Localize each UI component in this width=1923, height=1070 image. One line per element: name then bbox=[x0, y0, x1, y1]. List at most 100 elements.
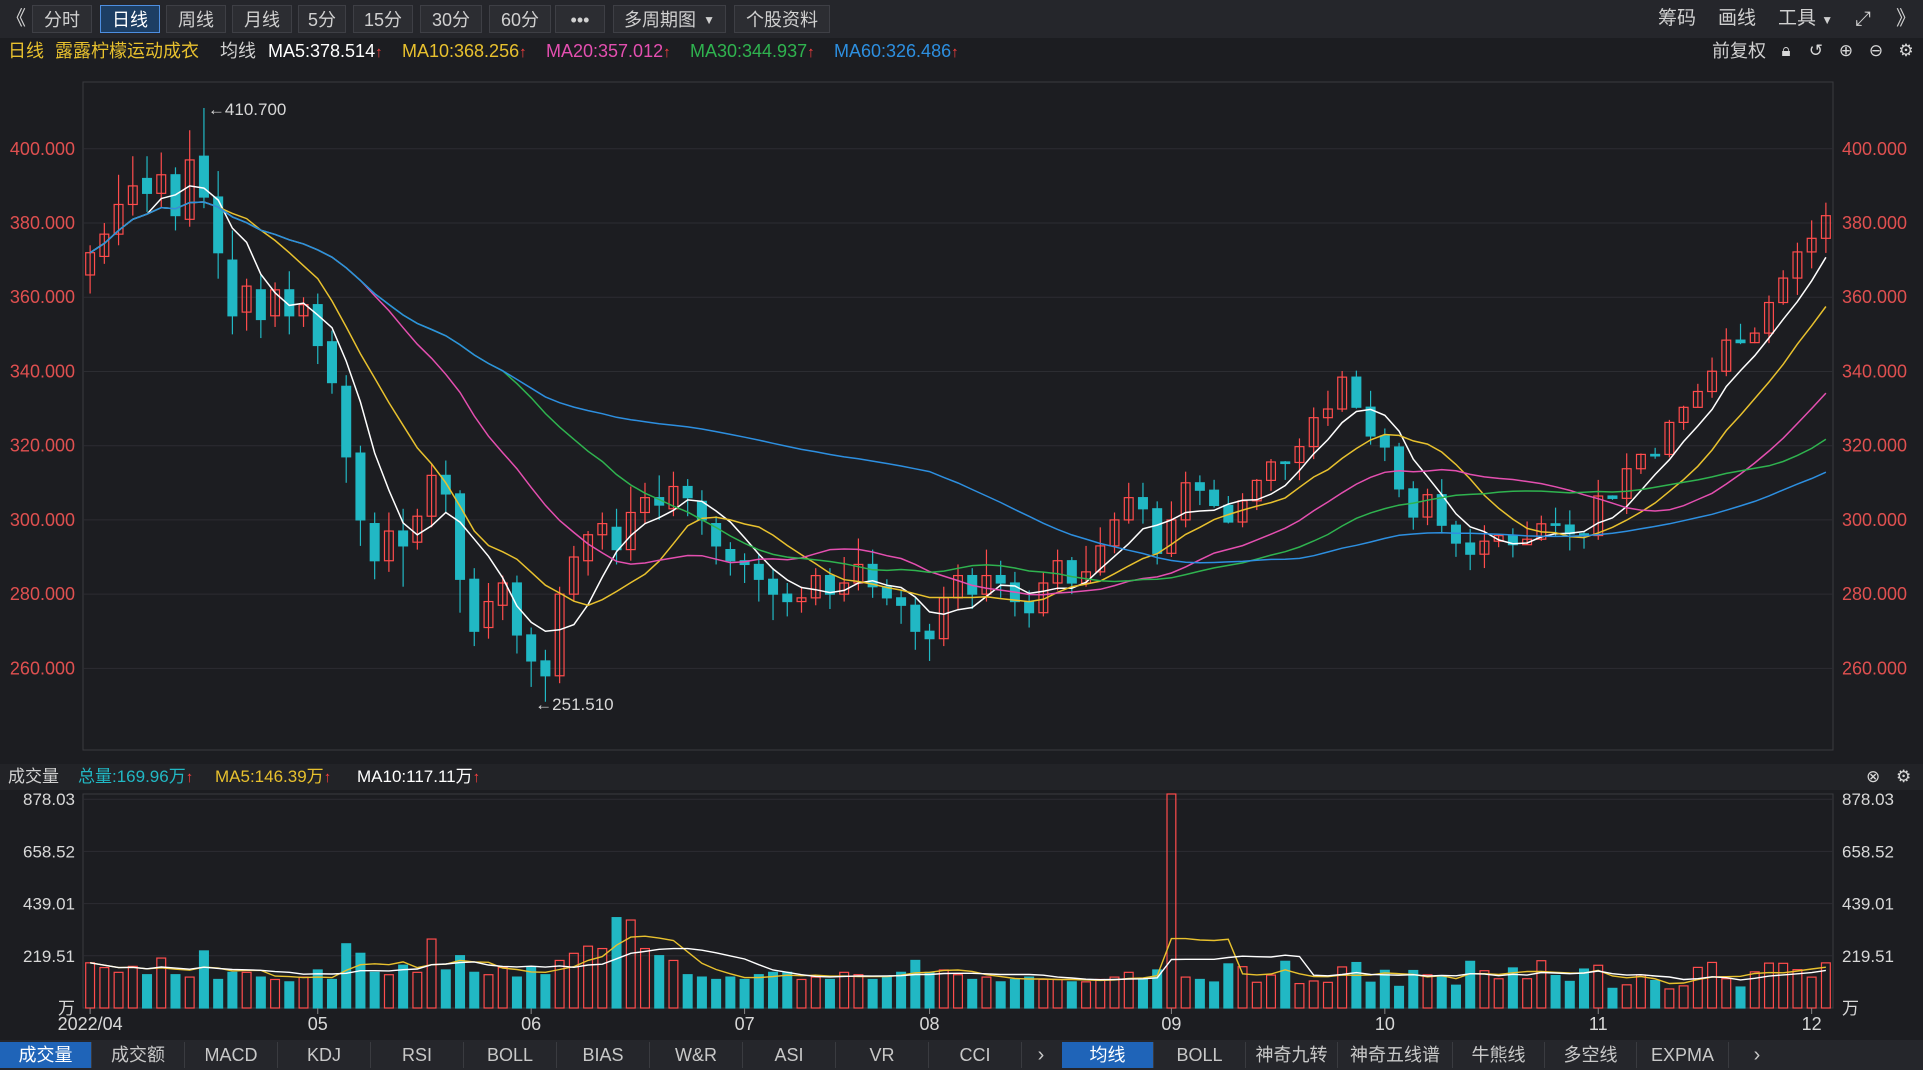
volume-bar bbox=[1024, 976, 1035, 1009]
period-tab-6[interactable]: 30分 bbox=[420, 5, 482, 33]
volume-bar bbox=[1194, 978, 1205, 1009]
volume-bar bbox=[796, 978, 807, 1009]
volume-bar bbox=[1052, 978, 1063, 1009]
candle-body bbox=[782, 593, 793, 603]
candle-body bbox=[924, 630, 935, 640]
lock-icon[interactable]: 🔒︎ bbox=[1776, 40, 1796, 62]
volume-bar bbox=[511, 976, 522, 1009]
price-tick-label-left: 380.000 bbox=[10, 213, 75, 233]
volume-bar bbox=[1536, 960, 1547, 1009]
volume-bar bbox=[810, 976, 821, 1009]
indicator-tab-0[interactable]: 成交量 bbox=[0, 1042, 92, 1068]
candle-body bbox=[255, 289, 266, 321]
period-tab-3[interactable]: 月线 bbox=[232, 5, 292, 33]
period-label: 日线 bbox=[8, 41, 44, 61]
volume-bar bbox=[184, 976, 195, 1009]
gear-icon[interactable]: ⚙ bbox=[1896, 40, 1916, 62]
volume-bar bbox=[1123, 971, 1134, 1009]
back-icon[interactable]: 《 bbox=[6, 0, 26, 38]
indicator-tab-5[interactable]: BOLL bbox=[464, 1042, 557, 1068]
candle-body bbox=[1152, 508, 1163, 554]
forward-icon[interactable]: 》 bbox=[1896, 0, 1916, 38]
price-tick-label-left: 360.000 bbox=[10, 287, 75, 307]
volume-bar bbox=[668, 959, 679, 1009]
draw-line-button[interactable]: 画线 bbox=[1718, 0, 1756, 38]
volume-bar bbox=[1806, 976, 1817, 1009]
volume-bar bbox=[952, 974, 964, 1009]
price-tick-label-left: 300.000 bbox=[10, 510, 75, 530]
volume-bar bbox=[867, 978, 878, 1009]
volume-bar bbox=[1450, 984, 1461, 1009]
overlay-tab-4[interactable]: 牛熊线 bbox=[1453, 1042, 1545, 1068]
volume-indicator-row: 成交量 总量:169.96万↑ MA5:146.39万↑ MA10:117.11… bbox=[0, 764, 1923, 790]
period-tab-1[interactable]: 日线 bbox=[100, 5, 160, 33]
indicator-tab-9[interactable]: VR bbox=[836, 1042, 929, 1068]
price-tick-label-right: 260.000 bbox=[1842, 658, 1907, 678]
volume-bar bbox=[341, 943, 352, 1009]
volume-bar bbox=[1564, 980, 1575, 1009]
caret-down-icon: ▼ bbox=[1821, 13, 1834, 27]
x-tick-label: 07 bbox=[735, 1014, 755, 1034]
volume-tick-right: 219.51 bbox=[1842, 947, 1894, 966]
zoom-out-icon[interactable]: ⊖ bbox=[1866, 40, 1886, 62]
multi-period-dropdown[interactable]: 多周期图 ▼ bbox=[613, 5, 726, 33]
volume-bar bbox=[1294, 982, 1305, 1009]
overlay-tab-0[interactable]: 均线 bbox=[1062, 1042, 1154, 1068]
volume-bar bbox=[1265, 974, 1277, 1009]
x-tick-label: 08 bbox=[920, 1014, 940, 1034]
overlay-tab-6[interactable]: EXPMA bbox=[1637, 1042, 1729, 1068]
price-tick-label-right: 360.000 bbox=[1842, 287, 1907, 307]
overlay-tab-2[interactable]: 神奇九转 bbox=[1246, 1042, 1338, 1068]
price-tick-label-right: 400.000 bbox=[1842, 139, 1907, 159]
volume-tick-right: 万 bbox=[1842, 999, 1859, 1018]
period-tab-7[interactable]: 60分 bbox=[489, 5, 551, 33]
tools-dropdown[interactable]: 工具 ▼ bbox=[1778, 0, 1833, 38]
chevron-right-icon[interactable]: › bbox=[1738, 1042, 1776, 1068]
indicator-tab-3[interactable]: KDJ bbox=[278, 1042, 371, 1068]
stock-profile-button[interactable]: 个股资料 bbox=[734, 5, 830, 33]
indicator-tab-2[interactable]: MACD bbox=[185, 1042, 278, 1068]
volume-bar bbox=[1379, 969, 1390, 1009]
close-icon[interactable]: ⊗ bbox=[1866, 764, 1880, 790]
volume-bar bbox=[127, 965, 138, 1009]
indicator-tab-4[interactable]: RSI bbox=[371, 1042, 464, 1068]
zoom-in-icon[interactable]: ⊕ bbox=[1836, 40, 1856, 62]
volume-bar bbox=[1763, 962, 1774, 1009]
candle-body bbox=[1280, 461, 1291, 465]
chips-button[interactable]: 筹码 bbox=[1658, 0, 1696, 38]
volume-bar bbox=[753, 974, 764, 1009]
volume-bar bbox=[711, 978, 722, 1009]
overlay-tab-3[interactable]: 神奇五线谱 bbox=[1338, 1042, 1453, 1068]
period-tab-0[interactable]: 分时 bbox=[32, 5, 92, 33]
stock-name: 露露柠檬运动成衣 bbox=[55, 41, 199, 61]
undo-icon[interactable]: ↺ bbox=[1806, 40, 1826, 62]
volume-bar bbox=[611, 917, 622, 1009]
volume-bar bbox=[398, 964, 409, 1009]
gear-icon[interactable]: ⚙ bbox=[1896, 764, 1911, 790]
period-tab-4[interactable]: 5分 bbox=[298, 5, 346, 33]
fullscreen-icon[interactable]: ⤢ bbox=[1855, 0, 1871, 38]
indicator-tab-6[interactable]: BIAS bbox=[557, 1042, 650, 1068]
volume-bar bbox=[1678, 985, 1689, 1009]
overlay-tab-5[interactable]: 多空线 bbox=[1545, 1042, 1637, 1068]
volume-ma5: MA5:146.39万↑ bbox=[215, 767, 332, 786]
price-chart[interactable]: 400.000 400.000 380.000 380.000 360.000 360.0… bbox=[0, 64, 1923, 764]
volume-bar bbox=[270, 978, 281, 1009]
candle-body bbox=[725, 549, 736, 562]
adjust-mode-button[interactable]: 前复权 bbox=[1712, 38, 1766, 64]
indicator-tab-1[interactable]: 成交额 bbox=[92, 1042, 185, 1068]
volume-bar bbox=[426, 938, 437, 1009]
ma30-value: MA30:344.937↑ bbox=[690, 41, 815, 61]
overlay-tab-1[interactable]: BOLL bbox=[1154, 1042, 1246, 1068]
more-button[interactable]: ••• bbox=[555, 5, 605, 33]
chevron-right-icon[interactable]: › bbox=[1022, 1042, 1060, 1068]
period-tab-2[interactable]: 周线 bbox=[166, 5, 226, 33]
volume-chart[interactable]: 878.03 878.03 658.52 658.52 439.01 439.01 219.… bbox=[0, 790, 1923, 1040]
volume-bar bbox=[938, 969, 949, 1009]
candle-body bbox=[526, 634, 537, 662]
candle-body bbox=[312, 304, 323, 347]
indicator-tab-7[interactable]: W&R bbox=[650, 1042, 743, 1068]
indicator-tab-10[interactable]: CCI bbox=[929, 1042, 1022, 1068]
indicator-tab-8[interactable]: ASI bbox=[743, 1042, 836, 1068]
period-tab-5[interactable]: 15分 bbox=[353, 5, 413, 33]
